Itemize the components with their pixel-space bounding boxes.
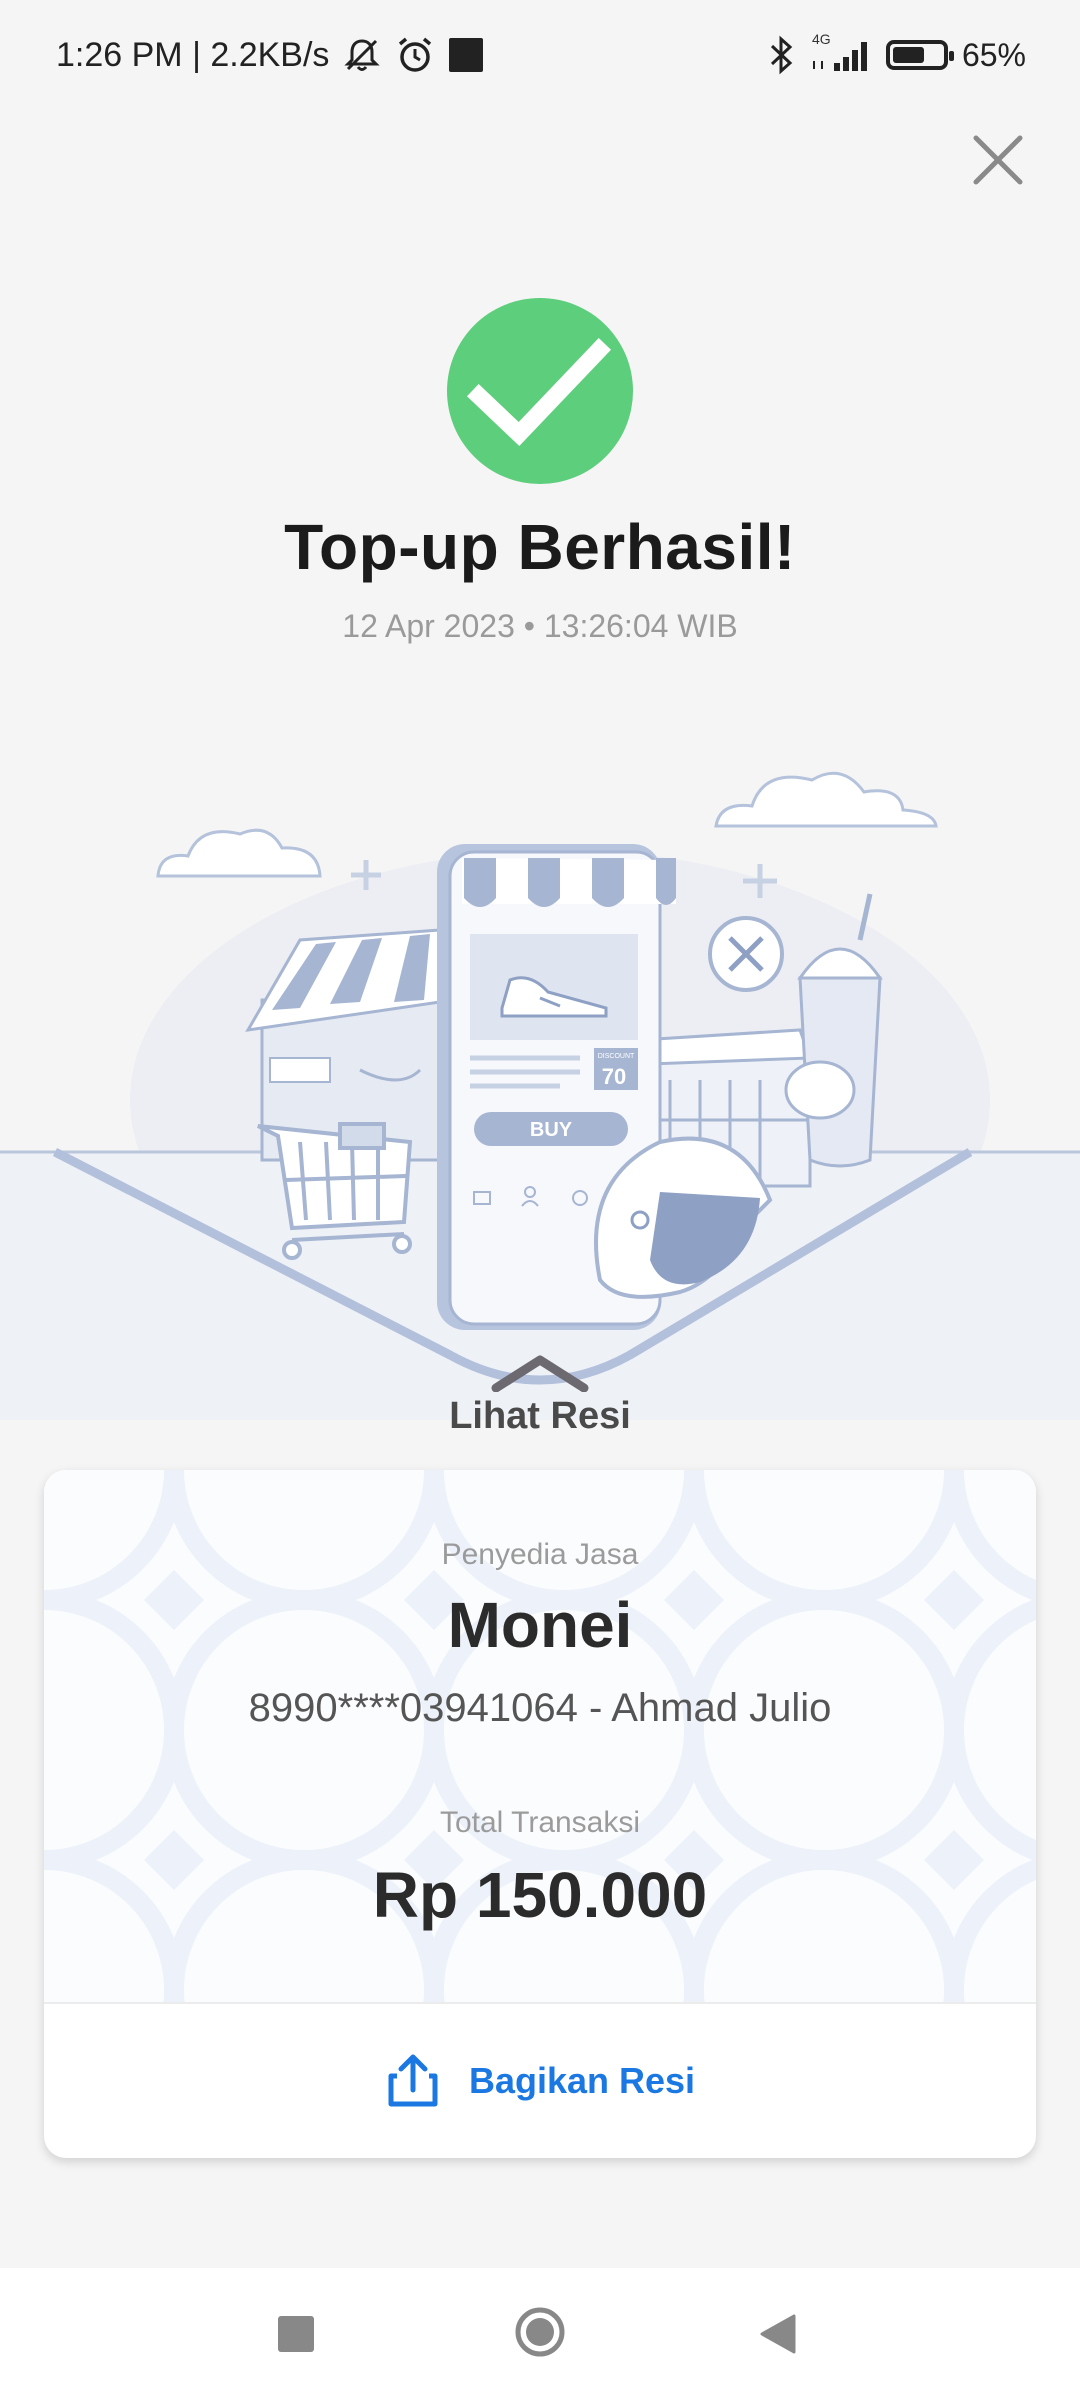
status-bar: 1:26 PM | 2.2KB/s 4G 65%	[0, 0, 1080, 110]
cloud-left-icon	[156, 828, 322, 878]
account-number: 8990****03941064 - Ahmad Julio	[248, 1686, 832, 1730]
alarm-icon	[399, 37, 432, 72]
battery-level	[892, 47, 924, 63]
total-label: Total Transaksi	[439, 1806, 641, 1839]
share-icon	[388, 2054, 438, 2107]
provider-name: Monei	[447, 1589, 633, 1661]
bell-off-icon	[344, 39, 381, 71]
status-right: 4G 65%	[768, 30, 1026, 80]
discount-value: 70	[602, 1064, 626, 1089]
cloud-right-icon	[714, 771, 938, 828]
home-icon[interactable]	[514, 2306, 566, 2358]
shopping-illustration: DISCOUNT 70 BUY	[0, 771, 1080, 1420]
signal-icon: 4G	[810, 31, 872, 75]
food-plate-icon	[708, 916, 784, 992]
bluetooth-icon	[770, 35, 793, 75]
chevron-up-icon[interactable]	[490, 1352, 590, 1392]
system-nav-bar	[0, 2268, 1080, 2400]
notification-square-icon	[449, 38, 484, 72]
view-receipt-toggle[interactable]: Lihat Resi	[0, 1395, 1080, 1438]
share-receipt-button[interactable]: Bagikan Resi	[44, 2004, 1036, 2158]
share-receipt-label: Bagikan Resi	[468, 2060, 696, 2101]
status-time-speed: 1:26 PM | 2.2KB/s	[56, 35, 330, 74]
receipt-card: Penyedia Jasa Monei 8990****03941064 - A…	[44, 1470, 1036, 2158]
buy-label: BUY	[530, 1119, 573, 1141]
provider-label: Penyedia Jasa	[441, 1538, 639, 1571]
recent-apps-icon[interactable]	[278, 2316, 314, 2352]
battery-percent: 65%	[961, 36, 1026, 73]
close-icon[interactable]	[968, 130, 1028, 190]
total-amount: Rp 150.000	[372, 1859, 708, 1931]
battery-icon	[885, 40, 954, 70]
back-icon[interactable]	[758, 2312, 798, 2356]
transaction-timestamp: 12 Apr 2023 • 13:26:04 WIB	[342, 608, 738, 644]
check-icon	[447, 298, 633, 484]
discount-label: DISCOUNT	[598, 1053, 635, 1060]
page-title: Top-up Berhasil!	[284, 511, 796, 583]
status-left: 1:26 PM | 2.2KB/s	[56, 30, 484, 80]
